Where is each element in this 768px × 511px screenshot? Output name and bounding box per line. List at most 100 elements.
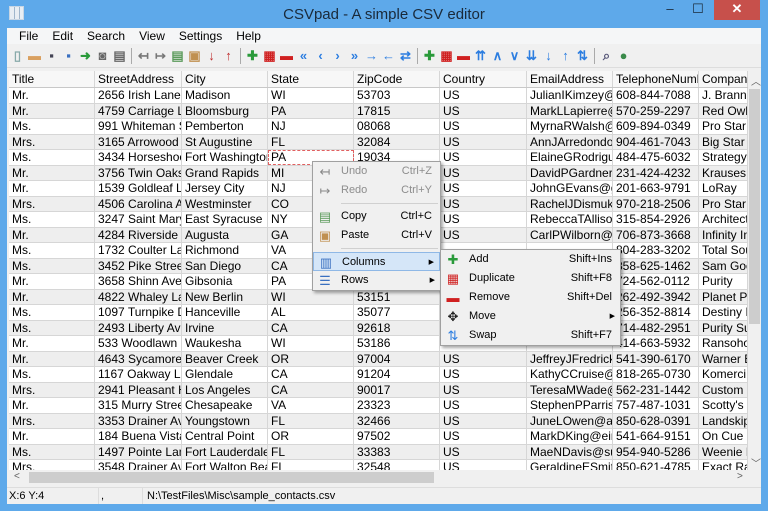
table-cell[interactable]: 818-265-0730 [613, 367, 699, 382]
save-icon[interactable]: ▪ [44, 48, 59, 63]
context-menu-item-rows[interactable]: ☰ Rows ▶ [313, 271, 440, 290]
duplicate-column-icon[interactable]: ▦ [262, 48, 277, 63]
move-up-icon[interactable]: ∧ [490, 48, 505, 63]
table-cell[interactable]: 262-492-3942 [613, 289, 699, 304]
column-header[interactable]: StreetAddress [95, 71, 182, 87]
table-cell[interactable]: Ms. [9, 320, 95, 335]
table-cell[interactable]: 541-664-9151 [613, 429, 699, 444]
table-cell[interactable]: 315 Murry Street [95, 398, 182, 413]
table-cell[interactable]: 4759 Carriage La [95, 103, 182, 118]
scroll-down-icon[interactable]: ﹀ [751, 455, 761, 470]
remove-column-icon[interactable]: ▬ [279, 48, 294, 63]
web-icon[interactable]: ● [616, 48, 631, 63]
table-cell[interactable]: 3247 Saint Mary [95, 212, 182, 227]
table-cell[interactable]: Planet P [699, 289, 748, 304]
table-cell[interactable]: Gibsonia [182, 274, 268, 289]
table-cell[interactable]: StephenPParrisl [527, 398, 613, 413]
table-cell[interactable]: 315-854-2926 [613, 212, 699, 227]
move-down-icon[interactable]: ∨ [507, 48, 522, 63]
table-cell[interactable]: FL [268, 413, 354, 428]
redo-icon[interactable]: ↦ [153, 48, 168, 63]
table-cell[interactable]: PA [268, 103, 354, 118]
table-cell[interactable]: ElaineGRodrigue [527, 150, 613, 165]
table-cell[interactable]: Ms. [9, 305, 95, 320]
table-cell[interactable]: 714-482-2951 [613, 320, 699, 335]
table-cell[interactable]: CA [268, 320, 354, 335]
scroll-right-icon[interactable]: > [737, 471, 743, 482]
table-cell[interactable]: Richmond [182, 243, 268, 258]
table-cell[interactable]: 850-621-4785 [613, 460, 699, 470]
table-cell[interactable]: Youngstown [182, 413, 268, 428]
table-cell[interactable]: MaeNDavis@su [527, 444, 613, 459]
table-cell[interactable]: 850-628-0391 [613, 413, 699, 428]
vertical-scrollbar[interactable]: ︿ ﹀ [748, 71, 761, 470]
table-cell[interactable]: On Cue [699, 429, 748, 444]
table-cell[interactable]: 08068 [354, 119, 440, 134]
table-cell[interactable]: Custom [699, 382, 748, 397]
table-cell[interactable]: 3658 Shinn Aven [95, 274, 182, 289]
table-cell[interactable]: TeresaMWade@ [527, 382, 613, 397]
column-header[interactable]: TelephoneNumb [613, 71, 699, 87]
table-cell[interactable]: Mr. [9, 336, 95, 351]
table-cell[interactable]: US [440, 382, 527, 397]
minimize-button[interactable]: – [656, 0, 684, 20]
table-cell[interactable]: Purity [699, 274, 748, 289]
table-cell[interactable]: JeffreyJFredricks [527, 351, 613, 366]
table-cell[interactable]: 32466 [354, 413, 440, 428]
table-cell[interactable]: Architect [699, 212, 748, 227]
swap-rows-icon[interactable]: ⇅ [575, 48, 590, 63]
table-cell[interactable]: MyrnaRWalsh@ [527, 119, 613, 134]
table-cell[interactable]: 3165 Arrowood D [95, 134, 182, 149]
table-cell[interactable]: FL [268, 134, 354, 149]
table-cell[interactable]: US [440, 351, 527, 366]
columns-menu-item-swap[interactable]: ⇅ Swap Shift+F7 [441, 326, 620, 345]
table-cell[interactable]: Krauses [699, 165, 748, 180]
column-header[interactable]: City [182, 71, 268, 87]
table-cell[interactable]: JulianIKimzey@ [527, 88, 613, 103]
table-cell[interactable]: Weenie I [699, 444, 748, 459]
table-cell[interactable]: GeraldineESmitl [527, 460, 613, 470]
table-cell[interactable]: WI [268, 289, 354, 304]
table-cell[interactable]: Ransoho [699, 336, 748, 351]
add-column-icon[interactable]: ✚ [245, 48, 260, 63]
table-cell[interactable]: Ms. [9, 212, 95, 227]
table-cell[interactable]: Los Angeles [182, 382, 268, 397]
table-cell[interactable]: Total Sou [699, 243, 748, 258]
table-cell[interactable]: San Diego [182, 258, 268, 273]
table-cell[interactable]: 1497 Pointe Lan [95, 444, 182, 459]
context-menu-item-paste[interactable]: ▣ Paste Ctrl+V [313, 226, 440, 245]
table-cell[interactable]: Mr. [9, 289, 95, 304]
table-cell[interactable]: 562-231-1442 [613, 382, 699, 397]
table-cell[interactable]: Ms. [9, 367, 95, 382]
table-cell[interactable]: Strategy [699, 150, 748, 165]
table-cell[interactable]: MarkDKing@ein [527, 429, 613, 444]
table-cell[interactable]: 757-487-1031 [613, 398, 699, 413]
table-cell[interactable]: WI [268, 88, 354, 103]
table-cell[interactable]: RebeccaTAllison [527, 212, 613, 227]
table-cell[interactable]: Infinity In [699, 227, 748, 242]
table-cell[interactable]: East Syracuse [182, 212, 268, 227]
table-cell[interactable]: Big Star [699, 134, 748, 149]
table-cell[interactable]: FL [268, 460, 354, 470]
table-cell[interactable]: Red Owl [699, 103, 748, 118]
table-cell[interactable]: 91204 [354, 367, 440, 382]
table-cell[interactable]: US [440, 367, 527, 382]
duplicate-row-icon[interactable]: ▦ [439, 48, 454, 63]
table-cell[interactable]: Ms. [9, 444, 95, 459]
table-cell[interactable]: 32084 [354, 134, 440, 149]
table-cell[interactable]: 184 Buena Vista [95, 429, 182, 444]
move-down-arrow-icon[interactable]: ↓ [541, 48, 556, 63]
table-cell[interactable]: 4643 Sycamore [95, 351, 182, 366]
table-cell[interactable]: MarkLLapierre@ [527, 103, 613, 118]
copy-icon[interactable]: ▤ [170, 48, 185, 63]
table-cell[interactable]: 1539 Goldleaf La [95, 181, 182, 196]
paste-icon[interactable]: ▣ [187, 48, 202, 63]
table-cell[interactable]: 3548 Drainer Ave [95, 460, 182, 470]
table-cell[interactable]: KathyCCruise@ [527, 367, 613, 382]
table-cell[interactable]: RachelJDismuke [527, 196, 613, 211]
table-cell[interactable]: Warner E [699, 351, 748, 366]
table-cell[interactable]: US [440, 212, 527, 227]
table-cell[interactable]: Mr. [9, 351, 95, 366]
columns-menu-item-move[interactable]: ✥ Move ▶ [441, 307, 620, 326]
table-cell[interactable]: Bloomsburg [182, 103, 268, 118]
